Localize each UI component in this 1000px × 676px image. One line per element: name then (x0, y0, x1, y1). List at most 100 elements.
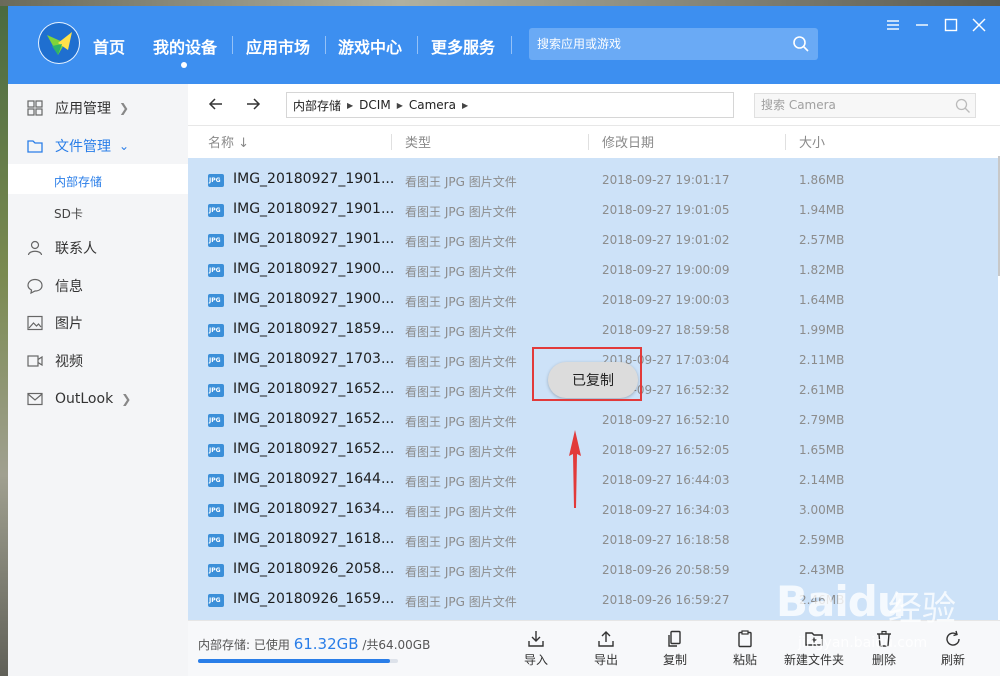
table-row[interactable]: JPG IMG_20180927_1900... 看图王 JPG 图片文件 2018-… (188, 285, 998, 315)
copy-button[interactable]: 复制 (645, 629, 705, 673)
table-row[interactable]: JPG IMG_20180927_1901... 看图王 JPG 图片文件 2018-… (188, 225, 998, 255)
file-icon-text: JPG (209, 327, 221, 334)
copy-icon (668, 630, 681, 647)
breadcrumb-item[interactable]: DCIM (359, 98, 391, 112)
breadcrumb[interactable]: 内部存储 ▶ DCIM ▶ Camera ▶ (286, 92, 734, 118)
file-type: 看图王 JPG 图片文件 (405, 175, 517, 189)
table-row[interactable]: JPG IMG_20180927_1652... 看图王 JPG 图片文件 2018-… (188, 435, 998, 465)
file-icon-text: JPG (209, 537, 221, 544)
storage-label: 内部存储: 已使用 (198, 638, 290, 652)
file-size: 1.82MB (799, 263, 845, 277)
file-name: IMG_20180927_1652... (233, 411, 395, 427)
column-divider[interactable] (588, 134, 589, 150)
nav-app-market[interactable]: 应用市场 (246, 34, 310, 58)
column-date[interactable]: 修改日期 (602, 132, 654, 151)
column-name[interactable]: 名称 ↓ (208, 132, 249, 151)
breadcrumb-item[interactable]: 内部存储 (293, 97, 341, 114)
import-button[interactable]: 导入 (506, 629, 566, 673)
watermark-text: Baidu (776, 577, 907, 626)
file-name: IMG_20180927_1901... (233, 231, 395, 247)
nav-more-services[interactable]: 更多服务 (431, 34, 495, 58)
nav-my-devices[interactable]: 我的设备 (153, 34, 217, 58)
nav-separator (325, 36, 326, 54)
tool-label: 复制 (662, 653, 687, 667)
sidebar-subitem-sd-card[interactable]: SD卡 (54, 205, 83, 222)
file-icon-text: JPG (209, 267, 221, 274)
file-icon-text: JPG (209, 597, 221, 604)
table-row[interactable]: JPG IMG_20180927_1652... 看图王 JPG 图片文件 2018-… (188, 405, 998, 435)
sidebar-subitem-internal-storage[interactable]: 内部存储 (54, 173, 102, 190)
tool-label: 导入 (523, 653, 548, 667)
sidebar-item-app-management[interactable]: 应用管理 ❯ (26, 97, 129, 119)
search-icon[interactable] (792, 35, 810, 53)
folder-icon (27, 140, 43, 153)
column-divider[interactable] (785, 134, 786, 150)
jpg-file-icon: JPG (208, 324, 224, 337)
table-row[interactable]: JPG IMG_20180927_1634... 看图王 JPG 图片文件 2018-… (188, 495, 998, 525)
export-button[interactable]: 导出 (576, 629, 636, 673)
folder-search-input[interactable] (761, 98, 941, 112)
paste-button[interactable]: 粘贴 (715, 629, 775, 673)
watermark-url: jingyan.baidu.com (798, 635, 928, 651)
file-icon-text: JPG (209, 237, 221, 244)
video-icon (27, 355, 43, 367)
column-type[interactable]: 类型 (405, 132, 431, 151)
folder-search-box[interactable] (754, 93, 976, 118)
app-search-input[interactable] (537, 34, 777, 54)
forward-arrow-icon[interactable] (243, 94, 263, 114)
minimize-icon[interactable] (913, 16, 931, 34)
menu-icon[interactable] (884, 16, 902, 34)
nav-separator (417, 36, 418, 54)
nav-separator (232, 36, 233, 54)
file-name: IMG_20180927_1901... (233, 171, 395, 187)
nav-game-center[interactable]: 游戏中心 (338, 34, 402, 58)
jpg-file-icon: JPG (208, 234, 224, 247)
file-name: IMG_20180927_1900... (233, 261, 395, 277)
column-divider[interactable] (391, 134, 392, 150)
maximize-icon[interactable] (942, 16, 960, 34)
sidebar-item-videos[interactable]: 视频 (26, 350, 83, 372)
breadcrumb-item[interactable]: Camera (409, 98, 456, 112)
column-size[interactable]: 大小 (799, 132, 825, 151)
mail-icon (27, 392, 43, 406)
nav-home[interactable]: 首页 (93, 34, 125, 58)
close-icon[interactable] (970, 16, 988, 34)
app-search-box[interactable] (529, 28, 818, 60)
storage-progress-fill (198, 659, 390, 663)
back-arrow-icon[interactable] (206, 94, 226, 114)
sidebar-item-file-management[interactable]: 文件管理 ⌄ (26, 135, 129, 157)
tool-label: 导出 (593, 653, 618, 667)
sidebar-item-label: OutLook (55, 391, 114, 407)
file-name: IMG_20180927_1900... (233, 291, 395, 307)
file-size: 1.64MB (799, 293, 845, 307)
table-row[interactable]: JPG IMG_20180927_1901... 看图王 JPG 图片文件 2018-… (188, 165, 998, 195)
column-header: 名称 ↓ 类型 修改日期 大小 (188, 126, 1000, 156)
search-icon[interactable] (955, 98, 971, 114)
file-date: 2018-09-27 19:01:05 (602, 203, 730, 217)
file-name: IMG_20180927_1644... (233, 471, 395, 487)
file-name: IMG_20180926_2058... (233, 561, 395, 577)
file-type: 看图王 JPG 图片文件 (405, 235, 517, 249)
breadcrumb-separator-icon: ▶ (396, 100, 403, 110)
table-row[interactable]: JPG IMG_20180927_1618... 看图王 JPG 图片文件 2018-… (188, 525, 998, 555)
jpg-file-icon: JPG (208, 174, 224, 187)
table-row[interactable]: JPG IMG_20180927_1901... 看图王 JPG 图片文件 2018-… (188, 195, 998, 225)
contact-icon (27, 240, 43, 256)
jpg-file-icon: JPG (208, 204, 224, 217)
table-row[interactable]: JPG IMG_20180927_1644... 看图王 JPG 图片文件 2018-… (188, 465, 998, 495)
sidebar-item-messages[interactable]: 信息 (26, 275, 83, 297)
sidebar-item-contacts[interactable]: 联系人 (26, 237, 97, 259)
chevron-right-icon: ❯ (121, 392, 132, 406)
jpg-file-icon: JPG (208, 504, 224, 517)
sidebar-item-outlook[interactable]: OutLook ❯ (26, 388, 131, 410)
jpg-file-icon: JPG (208, 564, 224, 577)
app-logo-icon[interactable] (38, 22, 80, 64)
table-row[interactable]: JPG IMG_20180927_1859... 看图王 JPG 图片文件 2018-… (188, 315, 998, 345)
file-type: 看图王 JPG 图片文件 (405, 415, 517, 429)
sidebar-item-images[interactable]: 图片 (26, 312, 83, 334)
table-row[interactable]: JPG IMG_20180927_1900... 看图王 JPG 图片文件 2018-… (188, 255, 998, 285)
sidebar-item-label: 信息 (55, 279, 83, 295)
file-type: 看图王 JPG 图片文件 (405, 205, 517, 219)
title-bar: 首页 我的设备 应用市场 游戏中心 更多服务 (8, 6, 1000, 84)
file-size: 2.61MB (799, 383, 845, 397)
